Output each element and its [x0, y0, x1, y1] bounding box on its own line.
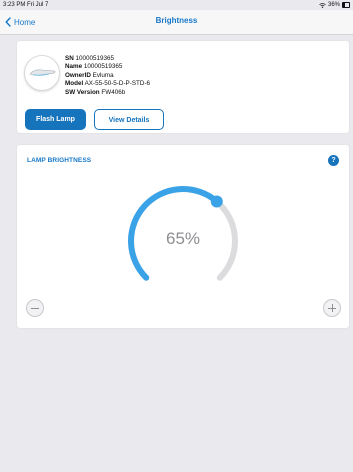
wifi-icon — [319, 2, 326, 8]
lamp-image — [24, 55, 60, 91]
sn-row: SN 10000519365 — [65, 55, 115, 62]
minus-icon — [31, 307, 39, 309]
brightness-value: 65% — [165, 229, 201, 248]
status-indicators: 36% — [319, 0, 350, 10]
gauge-handle[interactable] — [210, 195, 223, 208]
increase-brightness-button[interactable] — [323, 299, 341, 317]
status-time-date: 3:23 PM Fri Jul 7 — [3, 2, 49, 8]
owner-row: OwnerID Evluma — [65, 71, 114, 79]
model-row: Model AX-55-50-5-D-P-STD-6 — [65, 80, 151, 88]
sw-version-row: SW Version FW406b — [65, 88, 126, 96]
lamp-brightness-card: LAMP BRIGHTNESS ? 65% — [17, 145, 349, 328]
battery-icon — [342, 2, 350, 8]
flash-lamp-button[interactable]: Flash Lamp — [25, 109, 86, 130]
decrease-brightness-button[interactable] — [26, 299, 44, 317]
street-lamp-icon — [29, 69, 56, 76]
battery-percent: 36% — [327, 2, 340, 8]
name-row: Name 10000519365 — [65, 63, 123, 71]
status-bar: 3:23 PM Fri Jul 7 36% — [0, 0, 353, 10]
page-title: Brightness — [155, 16, 198, 25]
view-details-button[interactable]: View Details — [94, 109, 164, 130]
navigation-bar: Home Brightness — [0, 10, 353, 35]
device-details: SN 10000519365 Name 10000519365 OwnerID … — [65, 55, 150, 97]
